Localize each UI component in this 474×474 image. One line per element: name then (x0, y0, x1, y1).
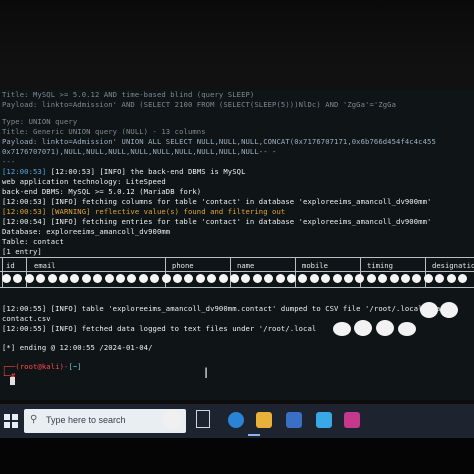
terminal-line: web application technology: LiteSpeed (2, 177, 166, 186)
column-header-email: email (34, 261, 56, 270)
redaction-dot (104, 274, 114, 283)
task-view-icon[interactable] (196, 410, 210, 428)
redaction-dot (332, 274, 342, 283)
terminal-line: [12:00:53] [INFO] fetching columns for t… (2, 197, 432, 206)
terminal-window[interactable]: Title: MySQL >= 5.0.12 AND time-based bl… (0, 90, 474, 400)
redaction-blob (333, 322, 351, 336)
terminal-line: back-end DBMS: MySQL >= 5.0.12 (MariaDB … (2, 187, 202, 196)
redaction-dot (161, 274, 171, 283)
column-header-phone: phone (172, 261, 194, 270)
table-divider (295, 257, 296, 287)
table-border-bottom (0, 287, 474, 288)
terminal-line-info: [12:00:53] [12:00:53] [INFO] the back-en… (2, 167, 246, 176)
redaction-dot (309, 274, 319, 283)
shell-prompt: ┌──(root@kali)-[~] (2, 362, 82, 371)
redaction-dot (47, 274, 57, 283)
terminal-line: Payload: linkto=Admission' AND (SELECT 2… (2, 100, 397, 109)
database-name-line: Database: exploreeims_amancoll_dv900mm (2, 227, 171, 236)
redaction-dot (230, 274, 239, 283)
column-header-name: name (237, 261, 255, 270)
redaction-dot (116, 274, 125, 283)
mail-icon[interactable] (286, 412, 302, 428)
terminal-line: --- (2, 157, 16, 166)
redaction-blob (398, 322, 416, 336)
column-header-mobile: mobile (302, 261, 328, 270)
terminal-line: Title: MySQL >= 5.0.12 AND time-based bl… (2, 90, 255, 99)
prompt-path: [~] (68, 362, 82, 371)
redaction-dot (366, 274, 376, 283)
file-explorer-icon[interactable] (256, 412, 272, 428)
redaction-blob (354, 320, 372, 336)
terminal-cursor (10, 377, 15, 385)
column-header-designation: designatio (432, 261, 474, 270)
redaction-dot (59, 274, 68, 283)
app-icon[interactable] (344, 412, 360, 428)
ending-line: [*] ending @ 12:00:55 /2024-01-04/ (2, 343, 153, 352)
redaction-dot (195, 274, 205, 283)
redaction-dot (24, 274, 34, 283)
redaction-blob (440, 302, 458, 318)
terminal-line: 0x7176707071),NULL,NULL,NULL,NULL,NULL,N… (2, 147, 277, 156)
redaction-dot (252, 274, 262, 283)
redaction-dot (389, 274, 399, 283)
redaction-dot (446, 274, 456, 283)
terminal-line-warning: [12:00:53] [WARNING] reflective value(s)… (2, 207, 286, 216)
entry-count-line: [1 entry] (2, 247, 42, 256)
search-highlight-icon (162, 410, 182, 430)
fetched-line: [12:00:55] [INFO] fetched data logged to… (2, 324, 317, 333)
redaction-dot (138, 274, 148, 283)
redaction-dot (287, 274, 296, 283)
terminal-line: Payload: linkto=Admission' UNION ALL SEL… (2, 137, 436, 146)
edge-browser-icon[interactable] (228, 412, 244, 428)
redaction-blob (420, 302, 438, 318)
dump-line-text: [12:00:55] [INFO] table 'exploreeims_ama… (2, 304, 454, 313)
redaction-blob (376, 320, 394, 336)
redaction-dot (173, 274, 182, 283)
redaction-dot (401, 274, 410, 283)
search-icon: ⚲ (30, 414, 38, 425)
terminal-line: Title: Generic UNION query (NULL) - 13 c… (2, 127, 206, 136)
terminal-line: Type: UNION query (2, 117, 78, 126)
store-icon[interactable] (316, 412, 332, 428)
table-border-top (0, 257, 474, 258)
active-app-indicator (248, 434, 260, 436)
windows-start-icon[interactable] (4, 413, 18, 428)
redaction-dot (81, 274, 91, 283)
table-divider (230, 257, 231, 287)
column-header-timing: timing (367, 261, 393, 270)
terminal-line: [12:00:54] [INFO] fetching entries for t… (2, 217, 432, 226)
table-divider (2, 257, 3, 287)
dump-file-line: contact.csv (2, 314, 51, 323)
table-name-line: Table: contact (2, 237, 64, 246)
monitor-bottom-bezel (0, 438, 474, 474)
column-header-id: id (6, 261, 15, 270)
redaction-dot (344, 274, 353, 283)
redaction-dot (2, 274, 11, 283)
terminal-line: [12:00:53] [INFO] the back-end DBMS is M… (50, 167, 246, 176)
text-cursor-icon: I (204, 366, 209, 382)
search-placeholder: Type here to search (46, 415, 126, 425)
table-border-mid (0, 271, 474, 272)
dump-line: ​[12:00:55] [INFO] table 'exploreeims_am… (2, 304, 454, 313)
prompt-user: root@kali (19, 362, 60, 371)
redaction-dot (423, 274, 433, 283)
redaction-dot (218, 274, 228, 283)
redaction-dot (275, 274, 285, 283)
redaction-dot (458, 274, 467, 283)
